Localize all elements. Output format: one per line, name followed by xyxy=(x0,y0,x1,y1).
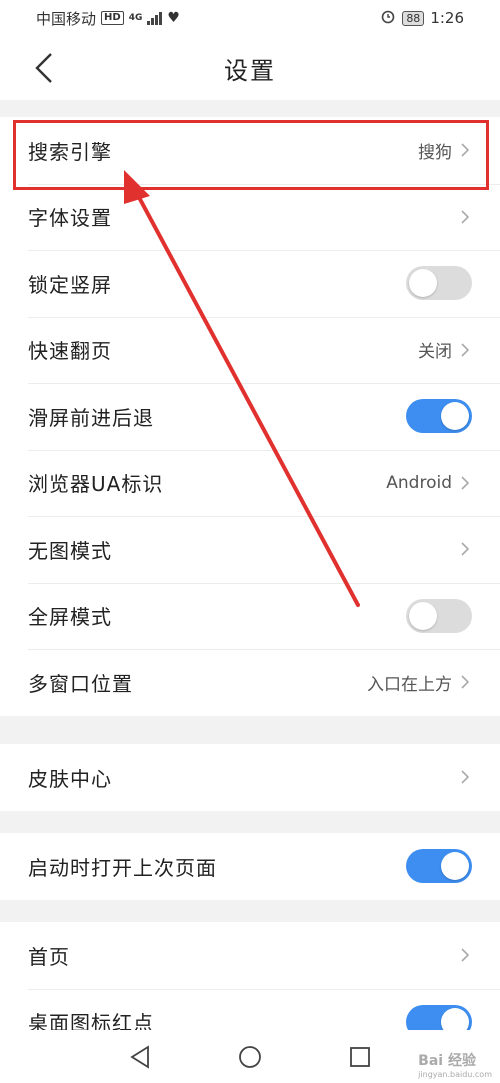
settings-group-startup: 启动时打开上次页面 xyxy=(0,833,500,900)
page-title: 设置 xyxy=(224,56,276,85)
chevron-right-icon xyxy=(458,675,472,689)
chevron-right-icon xyxy=(458,948,472,962)
setting-value: 搜狗 xyxy=(418,142,452,163)
settings-group-main: 搜索引擎 搜狗 字体设置 锁定竖屏 快速翻页 关闭 滑屏前进后退 浏览器UA标识… xyxy=(0,117,500,716)
setting-label: 浏览器UA标识 xyxy=(28,472,164,497)
toggle-knob xyxy=(441,402,469,431)
setting-label: 全屏模式 xyxy=(28,605,112,630)
toggle-knob xyxy=(441,852,469,881)
toggle-knob xyxy=(409,601,437,630)
chevron-left-icon xyxy=(35,53,52,83)
chevron-right-icon xyxy=(458,542,472,556)
clock-time: 1:26 xyxy=(430,9,464,27)
setting-label: 字体设置 xyxy=(28,206,112,231)
lock-portrait-toggle[interactable] xyxy=(406,266,472,301)
health-icon: ♥ xyxy=(167,10,180,26)
nav-home-button[interactable] xyxy=(235,1042,265,1072)
chevron-right-icon xyxy=(458,770,472,784)
setting-label: 搜索引擎 xyxy=(28,139,112,164)
setting-row-multiwindow[interactable]: 多窗口位置 入口在上方 xyxy=(0,649,500,716)
chevron-right-icon xyxy=(458,143,472,157)
nav-back-button[interactable] xyxy=(125,1042,155,1072)
setting-row-lock-portrait: 锁定竖屏 xyxy=(0,250,500,317)
battery-level: 88 xyxy=(402,10,425,26)
watermark-text: Bai 经验 xyxy=(418,1053,476,1069)
setting-row-swipe-nav: 滑屏前进后退 xyxy=(0,383,500,450)
chevron-right-icon xyxy=(458,210,472,224)
setting-row-no-image[interactable]: 无图模式 xyxy=(0,516,500,583)
signal-icon xyxy=(147,11,163,25)
triangle-back-icon xyxy=(130,1044,149,1069)
alarm-icon xyxy=(380,8,396,28)
setting-label: 锁定竖屏 xyxy=(28,272,112,297)
setting-value: 入口在上方 xyxy=(367,674,452,695)
nav-recents-button[interactable] xyxy=(345,1042,375,1072)
carrier-name: 中国移动 xyxy=(36,9,97,28)
setting-label: 无图模式 xyxy=(28,538,112,563)
chevron-right-icon xyxy=(458,476,472,490)
setting-row-home[interactable]: 首页 xyxy=(0,922,500,989)
square-recents-icon xyxy=(350,1046,370,1067)
chevron-right-icon xyxy=(458,343,472,357)
watermark-url: jingyan.baidu.com xyxy=(418,1070,492,1079)
setting-row-fullscreen: 全屏模式 xyxy=(0,582,500,650)
restore-last-toggle[interactable] xyxy=(406,849,472,884)
toggle-knob xyxy=(409,269,437,298)
settings-group-skin: 皮肤中心 xyxy=(0,744,500,811)
hd-badge: HD xyxy=(101,11,124,25)
setting-row-fast-page[interactable]: 快速翻页 关闭 xyxy=(0,316,500,384)
back-button[interactable] xyxy=(24,48,64,88)
circle-home-icon xyxy=(239,1045,261,1068)
watermark: Bai 经验 jingyan.baidu.com xyxy=(418,1050,492,1079)
setting-label: 多窗口位置 xyxy=(28,671,133,696)
setting-row-font[interactable]: 字体设置 xyxy=(0,183,500,251)
setting-label: 皮肤中心 xyxy=(28,766,112,791)
setting-label: 滑屏前进后退 xyxy=(28,405,154,430)
swipe-nav-toggle[interactable] xyxy=(406,399,472,434)
fullscreen-toggle[interactable] xyxy=(406,598,472,633)
setting-row-ua[interactable]: 浏览器UA标识 Android xyxy=(0,449,500,517)
setting-value: Android xyxy=(386,472,452,493)
setting-row-search-engine[interactable]: 搜索引擎 搜狗 xyxy=(0,117,500,184)
page-header: 设置 xyxy=(0,36,500,100)
setting-label: 首页 xyxy=(28,944,70,969)
setting-label: 启动时打开上次页面 xyxy=(28,855,217,880)
status-bar: 中国移动 HD 4G ♥ 88 1:26 xyxy=(0,0,500,36)
setting-value: 关闭 xyxy=(418,342,452,363)
setting-label: 快速翻页 xyxy=(28,339,112,364)
setting-row-restore-last: 启动时打开上次页面 xyxy=(0,833,500,900)
network-type: 4G xyxy=(128,13,143,23)
setting-row-skin[interactable]: 皮肤中心 xyxy=(0,744,500,811)
